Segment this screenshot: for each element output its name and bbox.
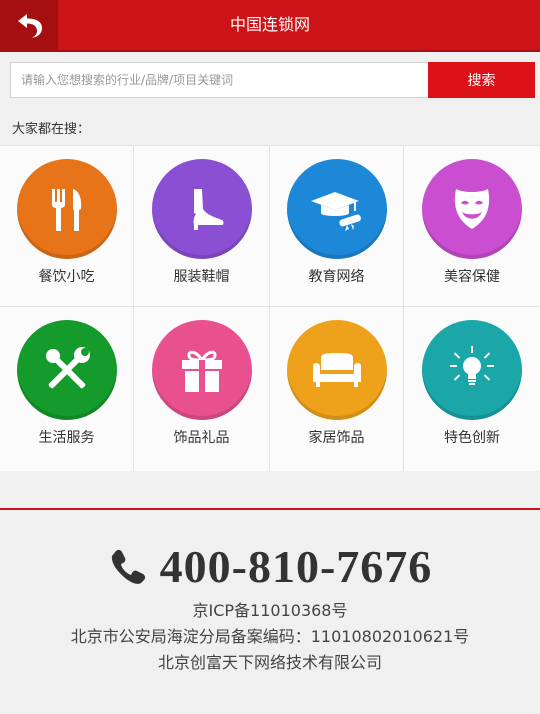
mask-icon — [454, 189, 490, 229]
footer: 400-810-7676 京ICP备11010368号 北京市公安局海淀分局备案… — [0, 508, 540, 714]
category-label: 服装鞋帽 — [173, 269, 230, 285]
hotline: 400-810-7676 — [0, 540, 540, 593]
category-gifts[interactable]: 饰品礼品 — [134, 307, 270, 471]
category-label: 饰品礼品 — [173, 430, 230, 446]
category-apparel[interactable]: 服装鞋帽 — [134, 146, 270, 307]
category-beauty-badge — [422, 159, 522, 259]
graduation-cap-icon — [310, 192, 361, 231]
category-label: 特色创新 — [444, 430, 500, 446]
back-button[interactable] — [0, 0, 58, 50]
category-grid: 餐饮小吃 服装鞋帽 教育网络 美容保健 生活服务 饰品礼品 家居饰品 特色创新 — [0, 145, 540, 471]
footer-info: 京ICP备11010368号 北京市公安局海淀分局备案编码：1101080201… — [0, 598, 540, 676]
fork-knife-icon — [51, 189, 81, 231]
phone-number[interactable]: 400-810-7676 — [160, 540, 433, 593]
tools-icon — [45, 347, 90, 389]
page-title: 中国连锁网 — [229, 15, 310, 34]
search-bar: 搜索 — [0, 52, 540, 108]
category-services-badge — [16, 320, 117, 420]
category-beauty[interactable]: 美容保健 — [404, 146, 540, 307]
category-label: 餐饮小吃 — [38, 269, 95, 285]
back-arrow-icon — [18, 14, 42, 38]
category-home[interactable]: 家居饰品 — [270, 307, 404, 471]
category-gifts-badge — [151, 320, 252, 420]
phone-icon[interactable] — [108, 547, 148, 587]
category-label: 生活服务 — [38, 430, 95, 446]
category-food[interactable]: 餐饮小吃 — [0, 146, 134, 307]
category-innovation[interactable]: 特色创新 — [404, 307, 540, 471]
category-label: 美容保健 — [444, 269, 500, 285]
high-heel-icon — [193, 189, 223, 230]
category-food-badge — [16, 159, 117, 259]
gift-icon — [181, 350, 222, 392]
category-apparel-badge — [151, 159, 252, 259]
category-education-badge — [286, 159, 387, 259]
lightbulb-icon — [450, 346, 494, 385]
category-home-badge — [286, 320, 387, 420]
category-education[interactable]: 教育网络 — [270, 146, 404, 307]
category-label: 教育网络 — [308, 269, 365, 285]
company-name: 北京创富天下网络技术有限公司 — [157, 653, 382, 672]
icp-record: 京ICP备11010368号 — [192, 601, 348, 620]
search-input[interactable] — [10, 62, 428, 98]
search-button[interactable]: 搜索 — [428, 62, 535, 98]
top-header: 中国连锁网 — [0, 0, 540, 52]
category-label: 家居饰品 — [308, 430, 365, 446]
sofa-icon — [312, 353, 361, 387]
police-record: 北京市公安局海淀分局备案编码：11010802010621号 — [70, 627, 470, 646]
hot-searches-label: 大家都在搜： — [12, 122, 91, 137]
category-services[interactable]: 生活服务 — [0, 307, 134, 471]
category-innovation-badge — [422, 320, 522, 420]
